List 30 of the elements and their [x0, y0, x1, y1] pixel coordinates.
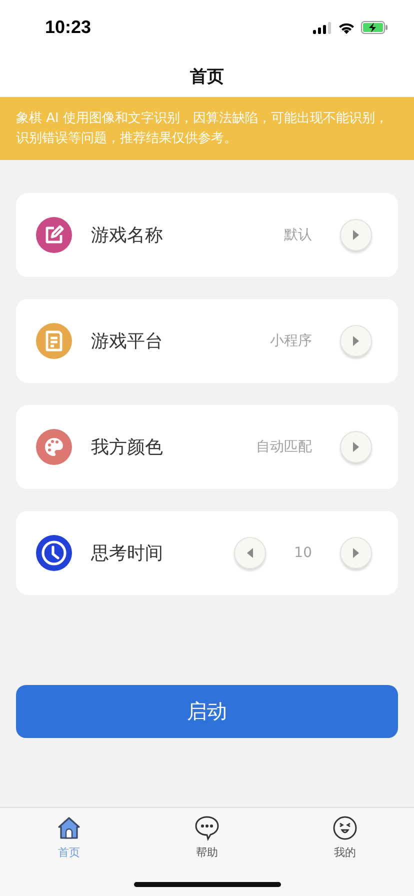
battery-icon: [361, 21, 388, 34]
chat-icon: [194, 815, 220, 841]
play-icon: [352, 336, 360, 346]
status-time: 10:23: [45, 17, 92, 38]
play-icon: [352, 548, 360, 558]
setting-label: 思考时间: [91, 542, 164, 565]
play-icon: [352, 230, 360, 240]
next-button[interactable]: [340, 219, 372, 251]
face-icon: [332, 815, 358, 841]
start-button[interactable]: 启动: [16, 685, 398, 738]
setting-label: 游戏平台: [91, 330, 164, 353]
play-icon: [352, 442, 360, 452]
signal-icon: [313, 22, 332, 34]
setting-label: 我方颜色: [91, 436, 164, 459]
setting-value: 10: [294, 545, 312, 561]
decrease-button[interactable]: [234, 537, 266, 569]
tab-item[interactable]: 帮助: [138, 815, 276, 861]
notice-banner: 象棋 AI 使用图像和文字识别，因算法缺陷，可能出现不能识别，识别错误等问题，推荐结果仅供参考。: [0, 97, 414, 160]
increase-button[interactable]: [340, 537, 372, 569]
setting-value: 默认: [284, 226, 312, 244]
setting-value: 小程序: [270, 332, 312, 350]
left-triangle-icon: [246, 548, 254, 558]
setting-value: 自动匹配: [256, 438, 312, 456]
tab-item[interactable]: 我的: [276, 815, 414, 861]
setting-label: 游戏名称: [91, 224, 164, 247]
next-button[interactable]: [340, 431, 372, 463]
next-button[interactable]: [340, 325, 372, 357]
page-title: 首页: [190, 66, 224, 88]
wifi-icon: [338, 22, 355, 34]
home-icon: [56, 815, 82, 841]
